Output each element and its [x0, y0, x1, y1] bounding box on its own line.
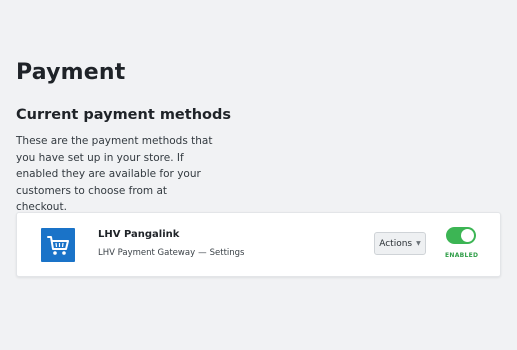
- payment-method-card: LHV Pangalink LHV Payment Gateway — Settin…: [16, 212, 501, 277]
- section-title: Current payment methods: [16, 107, 231, 123]
- section-description: These are the payment methods that you h…: [16, 135, 213, 213]
- settings-link[interactable]: Settings: [210, 248, 245, 258]
- actions-button-label: Actions: [379, 238, 413, 249]
- actions-button[interactable]: Actions ▼: [374, 232, 426, 255]
- chevron-down-icon: ▼: [416, 240, 421, 247]
- payment-method-name: LHV Pangalink: [98, 229, 180, 240]
- enabled-status-label: ENABLED: [445, 252, 479, 259]
- toggle-knob: [461, 229, 474, 242]
- enabled-toggle[interactable]: [446, 227, 476, 244]
- page-title: Payment: [16, 60, 126, 85]
- payment-method-subtitle: LHV Payment Gateway — Settings: [98, 248, 244, 258]
- separator: —: [198, 248, 207, 258]
- gateway-name: LHV Payment Gateway: [98, 248, 196, 258]
- shopping-cart-icon: [41, 228, 75, 262]
